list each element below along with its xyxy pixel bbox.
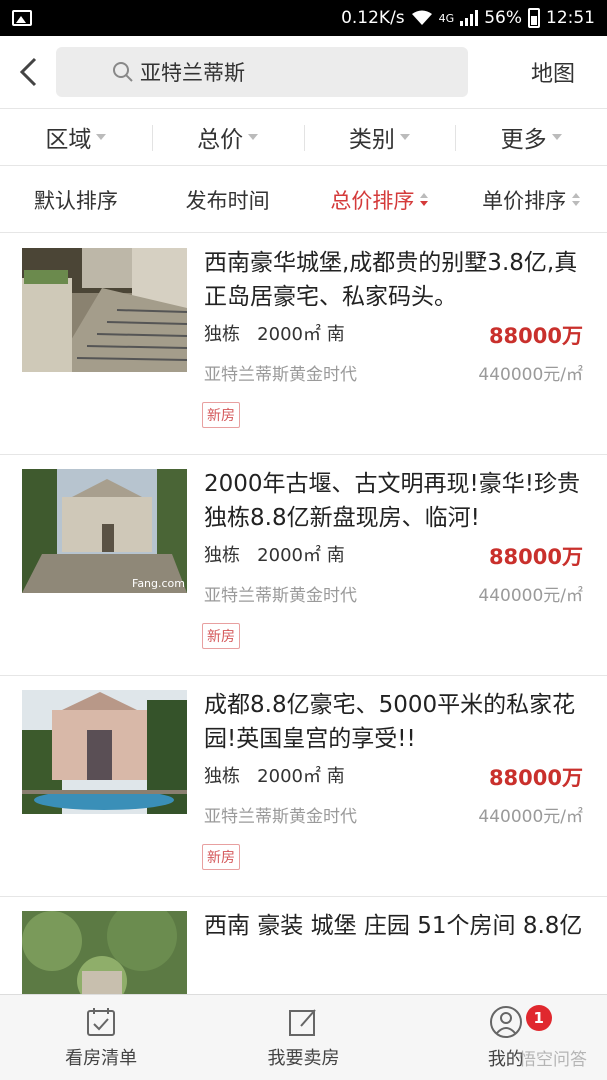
listing-meta: 独栋 2000㎡ 南 [204,324,345,345]
listing-title: 西南 豪装 城堡 庄园 51个房间 8.8亿 [204,913,583,939]
listing-location: 亚特兰蒂斯黄金时代 [204,365,357,385]
listing-price: 88000万 [488,545,583,569]
listing-title: 西南豪华城堡,成都贵的别墅3.8亿,真正岛居豪宅、私家码头。 [204,250,578,310]
caret-down-icon [248,134,259,140]
nav-viewing-list[interactable]: 看房清单 [0,995,202,1080]
listing-item[interactable]: Fang.com 2000年古堰、古文明再现!豪华!珍贵独栋8.8亿新盘现房、临… [0,455,607,676]
nav-sell-house[interactable]: 我要卖房 [202,995,404,1080]
bottom-nav: 看房清单 我要卖房 我的 1 悟空问答 [0,994,607,1080]
sort-arrows-icon [572,193,581,206]
listing-item[interactable]: 成都8.8亿豪宅、5000平米的私家花园!英国皇宫的享受!! 独栋 2000㎡ … [0,676,607,897]
listing-tag: 新房 [202,623,240,649]
listing-location: 亚特兰蒂斯黄金时代 [204,586,357,606]
listing-photo [22,911,187,994]
caret-down-icon [399,134,410,140]
sort-bar: 默认排序 发布时间 总价排序 单价排序 [0,167,607,233]
gallery-icon [12,10,32,26]
network-speed: 0.12K/s [341,8,405,28]
filter-category[interactable]: 类别 [303,109,456,165]
listing-unit-price: 440000元/㎡ [478,586,583,606]
listing-item[interactable]: 西南 豪装 城堡 庄园 51个房间 8.8亿 [0,897,607,994]
battery-icon [528,8,540,28]
back-button[interactable] [0,36,56,108]
listing-meta: 独栋 2000㎡ 南 [204,545,345,566]
listing-item[interactable]: 西南豪华城堡,成都贵的别墅3.8亿,真正岛居豪宅、私家码头。 独栋 2000㎡ … [0,234,607,455]
battery-percent: 56% [484,8,522,28]
sort-total-price[interactable]: 总价排序 [304,167,456,232]
caret-down-icon [551,134,562,140]
listing-location: 亚特兰蒂斯黄金时代 [204,807,357,827]
sort-unit-price[interactable]: 单价排序 [455,167,607,232]
network-type: 4G [438,11,455,25]
top-header: 亚特兰蒂斯 地图 [0,36,607,108]
watermark: 悟空问答 [519,1050,587,1070]
user-icon [489,1005,522,1038]
map-button[interactable]: 地图 [499,56,607,88]
chevron-left-icon [19,57,37,87]
listing-title: 2000年古堰、古文明再现!豪华!珍贵独栋8.8亿新盘现房、临河! [204,471,580,531]
photo-watermark: Fang.com [132,577,185,590]
listing-tag: 新房 [202,402,240,428]
calendar-check-icon [87,1007,116,1036]
listing-photo: Fang.com [22,469,187,593]
notification-badge: 1 [525,1005,552,1031]
listing-price: 88000万 [488,766,583,790]
sort-publish-time[interactable]: 发布时间 [152,167,304,232]
filter-total-price[interactable]: 总价 [151,109,304,165]
search-icon [112,61,134,83]
filter-more[interactable]: 更多 [455,109,607,165]
listing-photo [22,248,187,372]
filter-region[interactable]: 区域 [0,109,152,165]
search-input[interactable]: 亚特兰蒂斯 [56,47,468,97]
filter-bar: 区域 总价 类别 更多 [0,108,607,166]
listing-title: 成都8.8亿豪宅、5000平米的私家花园!英国皇宫的享受!! [204,692,576,752]
clock: 12:51 [546,8,595,28]
caret-down-icon [96,134,107,140]
listing-tag: 新房 [202,844,240,870]
wifi-icon [411,10,432,25]
listing-price: 88000万 [488,324,583,348]
edit-icon [289,1008,317,1036]
listing-photo [22,690,187,814]
listing-unit-price: 440000元/㎡ [478,807,583,827]
signal-icon [460,10,479,26]
listing-unit-price: 440000元/㎡ [478,365,583,385]
listing-list: 西南豪华城堡,成都贵的别墅3.8亿,真正岛居豪宅、私家码头。 独栋 2000㎡ … [0,234,607,994]
sort-default[interactable]: 默认排序 [0,167,152,232]
sort-arrows-icon [420,193,429,206]
status-bar: 0.12K/s 4G 56% 12:51 [0,0,607,36]
listing-meta: 独栋 2000㎡ 南 [204,766,345,787]
search-query: 亚特兰蒂斯 [140,61,245,85]
